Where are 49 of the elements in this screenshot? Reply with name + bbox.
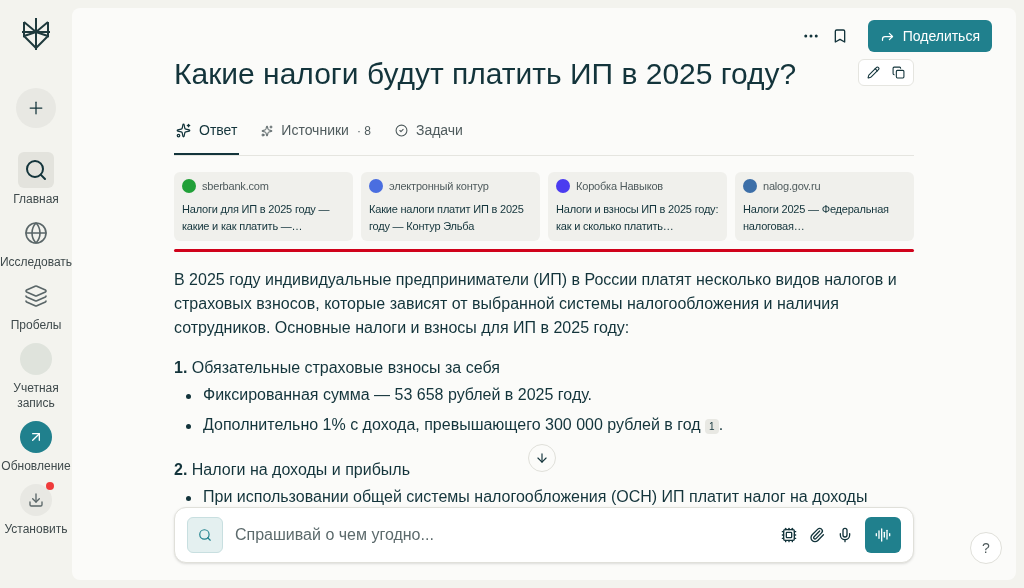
section-heading: 1. Обязательные страховые взносы за себя [174,357,500,378]
source-site: nalog.gov.ru [763,179,821,194]
mic-icon[interactable] [837,527,853,543]
scroll-down-button[interactable] [528,444,556,472]
ask-field[interactable]: Спрашивай о чем угодно... [235,523,769,547]
source-title: Какие налоги платит ИП в 2025 году — Контур Эльба [369,201,525,234]
edit-icon[interactable] [867,65,880,79]
bullet-icon [186,393,191,399]
sidebar-item[interactable]: Установить [0,482,72,537]
tab[interactable]: Ответ [174,120,240,155]
share-button[interactable]: Поделиться [867,20,992,52]
voice-button[interactable] [865,517,901,553]
sidebar-item[interactable]: Главная [0,152,72,207]
bullet-icon [186,495,191,501]
sidebar-item[interactable]: Обновление [0,419,72,474]
bullet-text: Дополнительно 1% с дохода, превышающего 300 000 рублей в год 1 . [203,414,724,436]
page-title: Какие налоги будут платить ИП в 2025 году? [174,56,797,92]
citation-link[interactable]: 1 [705,418,719,434]
source-site: Коробка Навыков [576,179,663,194]
source-card[interactable]: nalog.gov.ru Налоги 2025 — Федеральная налоговая… [735,172,914,241]
bullet-icon [186,423,191,429]
tab[interactable]: Источники · 8 [259,120,373,155]
source-card[interactable]: sberbank.com Налоги для ИП в 2025 году — какие и как платить —… [174,172,353,241]
sidebar-item[interactable]: Пробелы [0,278,72,333]
answer-paragraph: В 2025 году индивидуальные предприниматели (ИП) в России платят несколько видов налогов и страховых взносов, которые зависят от выбранной системы налогообложения и наличия сотрудников. Основные налоги и взносы для ИП в 2025 году: [174,269,898,338]
help-button[interactable]: ? [970,532,1002,564]
source-title: Налоги 2025 — Федеральная налоговая… [743,201,890,234]
check-circle-icon [394,124,408,137]
sidebar-item[interactable]: Исследовать [0,215,72,270]
source-site: электронный контур [389,179,489,194]
ask-input[interactable]: Спрашивай о чем угодно... [174,507,914,563]
copy-icon[interactable] [892,65,905,79]
section-heading: 2. Налоги на доходы и прибыль [174,459,410,480]
bullet-text: При использовании общей системы налогообложения (ОСН) ИП платит налог на доходы [203,486,868,507]
source-title: Налоги для ИП в 2025 году — какие и как платить —… [182,201,331,234]
chip-icon[interactable] [781,527,797,543]
new-thread-button[interactable] [16,88,56,128]
source-site: sberbank.com [202,179,269,194]
tab[interactable]: Задачи [392,120,465,155]
search-icon [198,528,212,542]
bullet-text: Фиксированная сумма — 53 658 рублей в 2025 году. [203,384,593,405]
attach-icon[interactable] [809,527,825,543]
source-card[interactable]: электронный контур Какие налоги платит ИП в 2025 году — Контур Эльба [361,172,540,241]
sparkle-icon [176,123,191,138]
source-card[interactable]: Коробка Навыков Налоги и взносы ИП в 2025 году: как и сколько платить… [548,172,727,241]
sparkle-icon [261,124,274,137]
source-title: Налоги и взносы ИП в 2025 году: как и сколько платить… [556,201,719,234]
audio-wave-icon [875,527,891,543]
sidebar-item[interactable]: Учетная запись [0,341,72,411]
